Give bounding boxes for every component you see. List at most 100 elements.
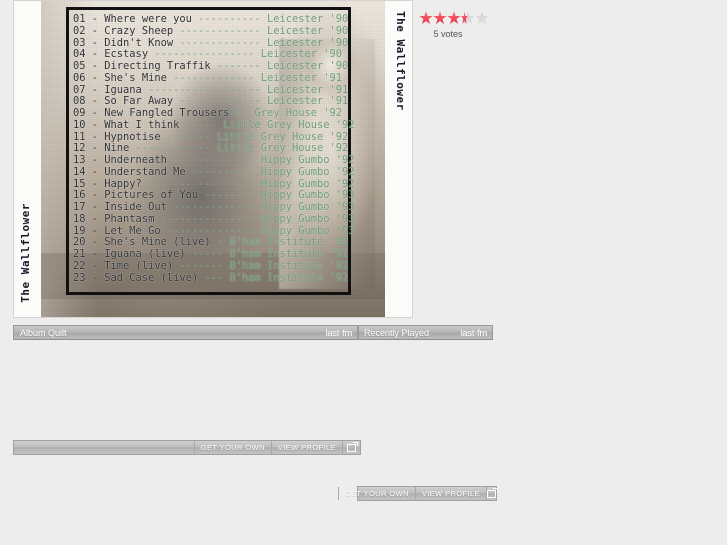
album-quilt-widget: The Wallflower The Wallflower 01 - Where… [13, 0, 413, 340]
widget-header-album-quilt[interactable]: Album Quilt last·fm [13, 325, 358, 340]
track-leader-dashes: ------------- [166, 154, 261, 166]
track-venue-year: Leicester '91 [266, 95, 349, 108]
track-venue-year: Hippy Gumbo '92 [260, 177, 355, 190]
popout-window-icon [487, 487, 498, 498]
lastfm-logo-album-quilt: last·fm [325, 328, 353, 339]
track-title: 17 - Inside Out [73, 201, 167, 213]
rating-block: 5 votes [419, 11, 489, 39]
track-leader-dashes: ---------- [191, 13, 267, 25]
star-icon [475, 11, 489, 25]
track-venue-year: Leicester '90 [260, 48, 343, 61]
track-leader-dashes: ----- [185, 248, 230, 260]
widget-header-bars: Album Quilt last·fm Recently Played last… [13, 325, 493, 340]
rating-star[interactable] [419, 11, 433, 25]
track-venue-year: Leicester '91 [266, 83, 349, 96]
track-title: 19 - Let Me Go [73, 224, 161, 237]
track-title: 02 - Crazy Sheep [73, 24, 174, 37]
track-title: 06 - She's Mine [73, 71, 167, 84]
track-leader-dashes: --- [198, 271, 230, 284]
track-venue-year: Hippy Gumbo '93 [260, 224, 355, 237]
track-leader-dashes: ------- [160, 130, 217, 143]
track-leader-dashes: ------------- [166, 201, 261, 213]
track-title: 03 - Didn't Know [73, 36, 174, 49]
track-leader-dashes: ----------------- [141, 177, 261, 190]
popout-button-1[interactable] [342, 441, 360, 454]
track-title: 23 - Sad Case (live) [73, 271, 199, 284]
track-leader-dashes: ------- [173, 259, 230, 272]
track-venue-year: Hippy Gumbo '93 [260, 212, 355, 225]
track-title: 22 - Time (live) [73, 259, 174, 272]
track-leader-dashes: -------- [198, 189, 261, 202]
track-leader-dashes: ------- [210, 60, 267, 72]
track-leader-dashes: ------------ [129, 142, 217, 155]
footer-toolbar-secondary: GET YOUR OWN VIEW PROFILE [337, 486, 498, 501]
track-title: 16 - Pictures of You [73, 189, 199, 202]
track-leader-dashes: ---------- [185, 165, 261, 178]
track-leader-dashes: - [210, 236, 230, 249]
rating-star[interactable] [433, 11, 447, 25]
track-venue-year: L. Grey House '92 [235, 107, 343, 119]
track-venue-year: B'ham Institute '92 [229, 259, 349, 272]
view-profile-button-1[interactable]: VIEW PROFILE [270, 441, 342, 454]
track-row: 23 - Sad Case (live) --- B'ham Institute… [73, 271, 349, 285]
widget-title-recently-played: Recently Played [364, 327, 430, 338]
track-leader-dashes: ------------------ [141, 83, 267, 96]
track-title: 07 - Iguana [73, 83, 142, 96]
track-leader-dashes: ---------------- [148, 48, 261, 61]
track-leader-dashes: -------------- [160, 224, 261, 237]
track-venue-year: Little Grey House '92 [223, 118, 355, 131]
track-title: 10 - What I think [73, 118, 180, 131]
track-venue-year: B'ham Institute '92 [229, 248, 349, 260]
track-title: 04 - Ecstasy [73, 48, 149, 61]
widget-title-album-quilt: Album Quilt [20, 327, 67, 338]
track-leader-dashes: ------------- [173, 95, 267, 108]
lastfm-logo-recently-played: last·fm [460, 328, 488, 339]
popout-button-2[interactable] [486, 487, 498, 500]
track-leader-dashes: ------------- [166, 71, 261, 84]
star-rating[interactable] [419, 11, 489, 26]
track-venue-year: Leicester '90 [266, 36, 349, 49]
track-title: 15 - Happy? [73, 177, 142, 190]
popout-window-icon [347, 441, 358, 452]
track-title: 08 - So Far Away [73, 95, 174, 108]
rating-star[interactable] [475, 11, 489, 25]
track-title: 20 - She's Mine (live) [73, 236, 211, 249]
track-title: 01 - Where were you [73, 13, 192, 25]
track-venue-year: Hippy Gumbo '93 [260, 189, 355, 202]
track-venue-year: B'ham Institute '92 [229, 236, 349, 249]
get-your-own-button-1[interactable]: GET YOUR OWN [193, 441, 271, 454]
widget-header-recently-played[interactable]: Recently Played last·fm [358, 325, 493, 340]
footer-toolbar-primary: GET YOUR OWN VIEW PROFILE [13, 440, 361, 455]
star-fill [447, 11, 461, 25]
rating-star[interactable] [461, 11, 475, 25]
track-venue-year: Hippy Gumbo '93 [260, 201, 355, 213]
track-title: 13 - Underneath [73, 154, 167, 166]
track-title: 09 - New Fangled Trousers [73, 107, 230, 119]
view-profile-button-2[interactable]: VIEW PROFILE [414, 487, 486, 500]
star-fill [419, 11, 433, 25]
track-title: 14 - Understand Me [73, 165, 186, 178]
track-venue-year: Leicester '90 [266, 60, 349, 72]
rating-star[interactable] [447, 11, 461, 25]
track-venue-year: Leicester '90 [266, 24, 349, 37]
track-title: 18 - Phantasm [73, 212, 155, 225]
tracklist-panel: 01 - Where were you ---------- Leicester… [66, 7, 355, 295]
votes-count-label: 5 votes [433, 29, 463, 39]
track-title: 11 - Hypnotise [73, 130, 161, 143]
track-title: 05 - Directing Traffik [73, 60, 211, 72]
track-venue-year: Leicester '90 [266, 13, 349, 25]
track-leader-dashes: ------------- [173, 24, 267, 37]
track-venue-year: Hippy Gumbo '92 [260, 165, 355, 178]
album-cover-art[interactable]: The Wallflower The Wallflower 01 - Where… [13, 0, 413, 318]
track-venue-year: Little Grey House '92 [216, 142, 349, 155]
track-venue-year: Hippy Gumbo '92 [260, 154, 355, 166]
track-venue-year: Little Grey House '92 [216, 130, 349, 143]
track-title: 12 - Nine [73, 142, 130, 155]
track-leader-dashes: --------------- [154, 212, 261, 225]
spine-label-right: The Wallflower [394, 11, 407, 111]
get-your-own-button-2[interactable]: GET YOUR OWN [337, 487, 415, 500]
star-fill [433, 11, 447, 25]
spine-label-left: The Wallflower [19, 203, 32, 303]
track-title: 21 - Iguana (live) [73, 248, 186, 260]
track-venue-year: B'ham Institute '92 [229, 271, 349, 284]
